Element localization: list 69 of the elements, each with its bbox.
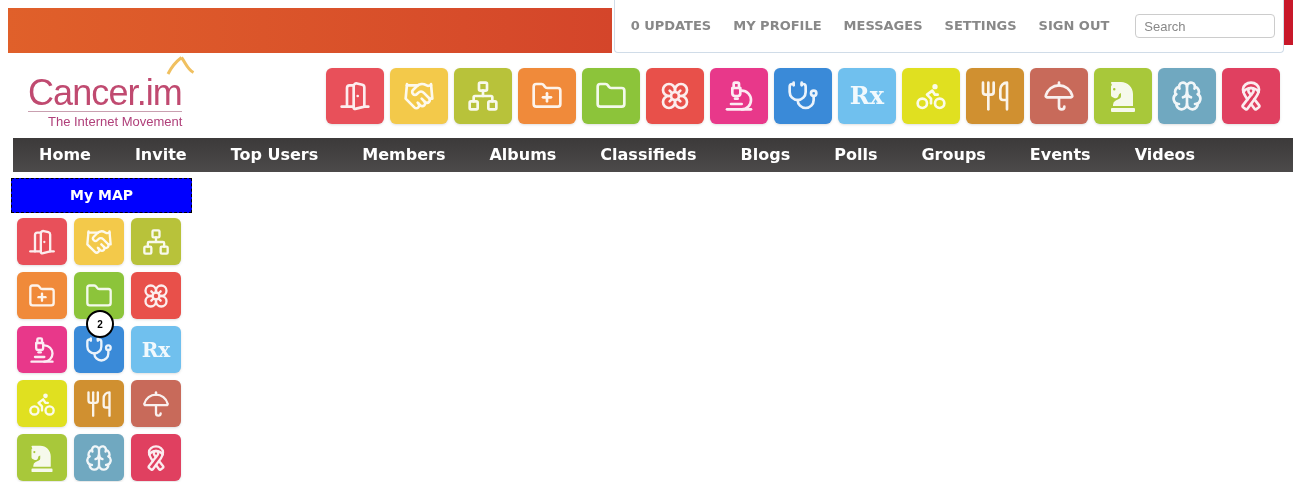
category-tile[interactable]: [390, 67, 448, 124]
category-tile[interactable]: [74, 434, 124, 481]
folder-icon: [85, 281, 113, 310]
microscope-icon: [28, 335, 56, 364]
category-tile[interactable]: [131, 380, 181, 427]
nav-link[interactable]: Events: [1029, 143, 1091, 167]
top-link[interactable]: 0 UPDATES: [630, 16, 712, 36]
nav-link[interactable]: Albums: [489, 143, 557, 167]
category-tile[interactable]: [454, 67, 512, 124]
category-tile[interactable]: [774, 67, 832, 124]
category-tile[interactable]: [966, 67, 1024, 124]
category-tile[interactable]: [131, 218, 181, 265]
folder-plus-icon: [28, 281, 56, 310]
flower-icon: [142, 281, 170, 310]
category-tile[interactable]: [582, 67, 640, 124]
category-tile[interactable]: [17, 218, 67, 265]
category-tile[interactable]: [518, 67, 576, 124]
network-icon: [467, 79, 499, 112]
logo-tagline: The Internet Movement: [28, 111, 183, 132]
category-tile[interactable]: [902, 67, 960, 124]
nav-link[interactable]: Groups: [921, 143, 986, 167]
category-tile[interactable]: [74, 326, 124, 373]
category-tile[interactable]: [74, 218, 124, 265]
category-tile[interactable]: [1094, 67, 1152, 124]
umbrella-icon: [142, 389, 170, 418]
top-link[interactable]: MESSAGES: [843, 16, 923, 36]
nav-link[interactable]: Classifieds: [600, 143, 697, 167]
category-tile[interactable]: [17, 326, 67, 373]
umbrella-icon: [1043, 79, 1075, 112]
category-tile[interactable]: [1158, 67, 1216, 124]
nav-link[interactable]: Blogs: [740, 143, 791, 167]
category-tile[interactable]: [131, 434, 181, 481]
network-icon: [142, 227, 170, 256]
microscope-icon: [723, 79, 755, 112]
stethoscope-icon: [787, 79, 819, 112]
category-tile[interactable]: [326, 67, 384, 124]
category-tile[interactable]: [131, 272, 181, 319]
category-tile[interactable]: [17, 272, 67, 319]
logo-name: Cancer.im: [28, 75, 182, 111]
door-icon: [28, 227, 56, 256]
category-tile[interactable]: [710, 67, 768, 124]
top-link[interactable]: MY PROFILE: [733, 16, 822, 36]
map-title: My MAP: [70, 186, 133, 205]
door-icon: [339, 79, 371, 112]
nav-link[interactable]: Members: [362, 143, 446, 167]
nav-link[interactable]: Videos: [1134, 143, 1196, 167]
nav-link[interactable]: Top Users: [230, 143, 319, 167]
rx-symbol: Rx: [849, 79, 885, 112]
brain-icon: [85, 443, 113, 472]
category-tile[interactable]: [646, 67, 704, 124]
category-tile[interactable]: [17, 434, 67, 481]
nav-link[interactable]: Home: [39, 143, 91, 167]
category-tile[interactable]: [17, 380, 67, 427]
top-link[interactable]: SETTINGS: [944, 16, 1017, 36]
utensils-icon: [979, 79, 1011, 112]
header-strip: [1284, 0, 1293, 45]
utensils-icon: [85, 389, 113, 418]
handshake-icon: [85, 227, 113, 256]
brain-icon: [1171, 79, 1203, 112]
category-tile[interactable]: [1222, 67, 1280, 124]
search-field[interactable]: Search: [1135, 14, 1276, 38]
category-tile[interactable]: [74, 380, 124, 427]
top-link[interactable]: SIGN OUT: [1038, 16, 1110, 36]
nav-link[interactable]: Invite: [134, 143, 187, 167]
stethoscope-icon: [85, 335, 113, 364]
category-tile[interactable]: [1030, 67, 1088, 124]
rx-symbol: Rx: [141, 336, 171, 364]
category-tile[interactable]: [74, 272, 124, 319]
nav-link[interactable]: Polls: [834, 143, 878, 167]
